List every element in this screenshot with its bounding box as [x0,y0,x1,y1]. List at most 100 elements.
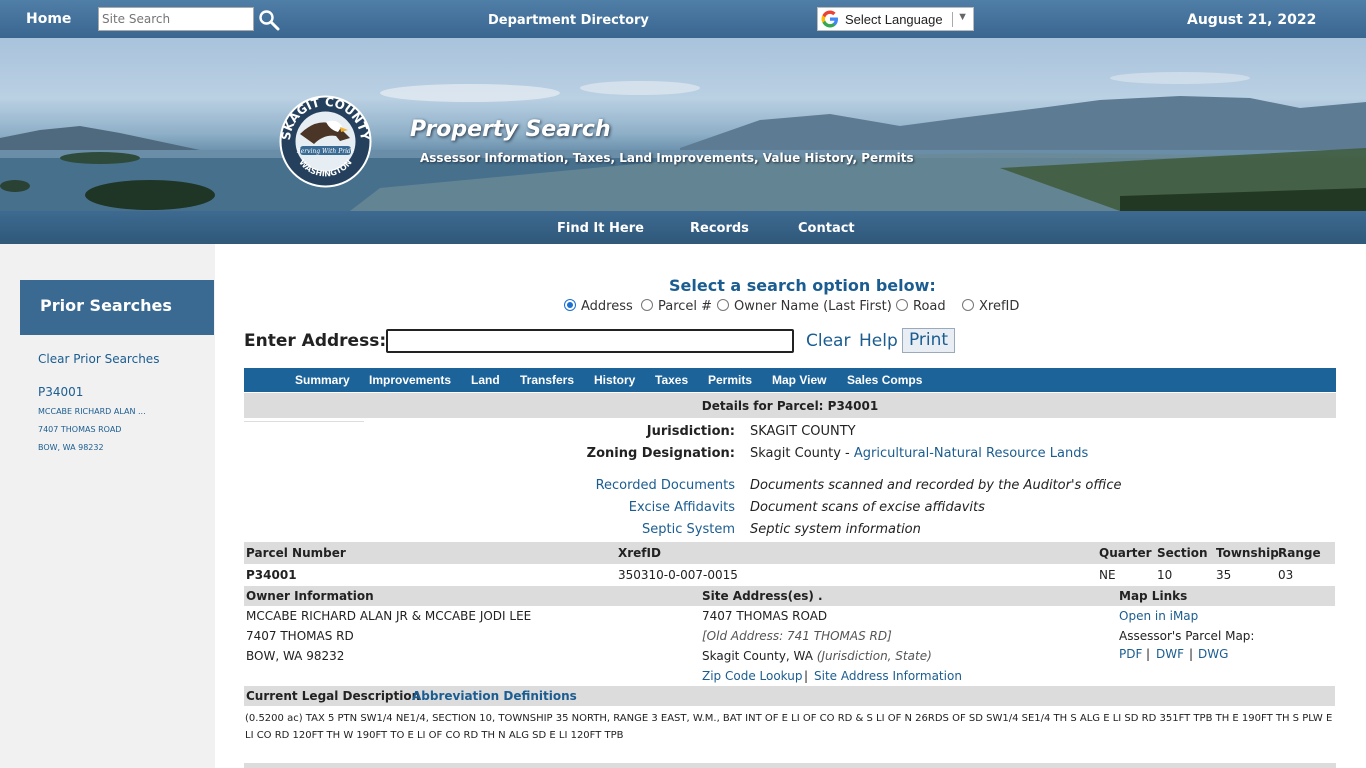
prior-searches-heading: Prior Searches [20,280,214,335]
zoning-value: Skagit County - Agricultural-Natural Res… [750,446,1089,461]
radio-unchecked-icon[interactable] [896,299,908,311]
nav-contact[interactable]: Contact [798,221,855,236]
septic-system-link[interactable]: Septic System [540,522,735,537]
recorded-documents-desc: Documents scanned and recorded by the Au… [750,478,1122,493]
clear-prior-searches-link[interactable]: Clear Prior Searches [38,352,159,366]
septic-system-desc: Septic system information [750,522,921,537]
tab-history[interactable]: History [594,373,635,387]
zoning-label: Zoning Designation: [586,446,735,461]
radio-unchecked-icon[interactable] [717,299,729,311]
quarter-header: Quarter [1099,546,1152,560]
abbreviation-definitions-link[interactable]: Abbreviation Definitions [412,689,577,703]
excise-affidavits-link[interactable]: Excise Affidavits [540,500,735,515]
range-value: 03 [1278,568,1294,582]
link-separator: | [804,669,809,683]
nav-records[interactable]: Records [690,221,749,236]
owner-city: BOW, WA 98232 [246,649,345,663]
radio-parcel[interactable]: Parcel # [641,299,712,314]
prior-search-address-line2[interactable]: BOW, WA 98232 [38,443,104,452]
owner-name: MCCABE RICHARD ALAN JR & MCCABE JODI LEE [246,609,532,623]
site-address-info-link[interactable]: Site Address Information [814,669,962,683]
radio-unchecked-icon[interactable] [962,299,974,311]
nav-find-it-here[interactable]: Find It Here [557,221,644,236]
link-separator: | [1189,647,1194,661]
jurisdiction-value: SKAGIT COUNTY [750,424,856,439]
tab-transfers[interactable]: Transfers [520,373,574,387]
dwg-link[interactable]: DWG [1198,647,1228,661]
current-date: August 21, 2022 [1187,12,1317,28]
address-input[interactable] [386,329,794,353]
parcel-tabs: Summary Improvements Land Transfers Hist… [244,368,1336,392]
banner: Serving With Pride SKAGIT COUNTY WASHING… [0,38,1366,211]
site-jurisdiction: Skagit County, WA (Jurisdiction, State) [702,649,932,663]
svg-text:Serving With Pride: Serving With Pride [297,148,355,155]
clear-button[interactable]: Clear [806,331,850,351]
home-link[interactable]: Home [26,11,71,27]
help-button[interactable]: Help [859,331,898,351]
search-icon[interactable] [258,9,280,31]
department-directory-link[interactable]: Department Directory [488,13,649,28]
print-button[interactable]: Print [902,328,955,353]
section-divider [244,763,1336,768]
old-address: [Old Address: 741 THOMAS RD] [702,629,892,643]
parcel-number-header: Parcel Number [246,546,346,560]
google-icon [821,10,839,28]
excise-affidavits-desc: Document scans of excise affidavits [750,500,985,515]
xrefid-header: XrefID [618,546,661,560]
language-divider [952,12,953,27]
prior-search-parcel-link[interactable]: P34001 [38,385,83,399]
link-separator: | [1146,647,1151,661]
jurisdiction-label: Jurisdiction: [646,424,735,439]
prior-search-address-line1[interactable]: 7407 THOMAS ROAD [38,425,121,434]
site-address: 7407 THOMAS ROAD [702,609,828,623]
language-label: Select Language [845,12,943,27]
dropdown-arrow-icon: ▼ [957,11,968,23]
pdf-link[interactable]: PDF [1119,647,1142,661]
landscape-image [0,72,1366,211]
page-subtitle: Assessor Information, Taxes, Land Improv… [420,151,914,165]
radio-checked-icon[interactable] [564,299,576,311]
county-seal-logo[interactable]: Serving With Pride SKAGIT COUNTY WASHING… [278,94,373,189]
legal-description-text: (0.5200 ac) TAX 5 PTN SW1/4 NE1/4, SECTI… [245,713,1333,741]
tab-taxes[interactable]: Taxes [655,373,688,387]
open-in-imap-link[interactable]: Open in iMap [1119,609,1198,623]
parcel-number-value: P34001 [246,568,297,582]
radio-unchecked-icon[interactable] [641,299,653,311]
radio-owner-name[interactable]: Owner Name (Last First) [717,299,892,314]
township-header: Township [1216,546,1279,560]
xrefid-value: 350310-0-007-0015 [618,568,738,582]
page-title: Property Search [410,117,611,142]
main-nav: Find It Here Records Contact [0,211,1366,244]
tab-summary[interactable]: Summary [295,373,350,387]
owner-info-header: Owner Information [246,589,374,603]
legal-description-header: Current Legal Description [246,689,421,703]
site-address-header: Site Address(es) . [702,589,823,603]
section-value: 10 [1157,568,1173,582]
top-bar: Home Department Directory Select Languag… [0,0,1366,38]
enter-address-label: Enter Address: [244,331,387,351]
recorded-documents-link[interactable]: Recorded Documents [540,478,735,493]
map-links-header: Map Links [1119,589,1188,603]
tab-map-view[interactable]: Map View [772,373,826,387]
tab-permits[interactable]: Permits [708,373,752,387]
parcel-map-label: Assessor's Parcel Map: [1119,629,1255,643]
zip-code-lookup-link[interactable]: Zip Code Lookup [702,669,802,683]
range-header: Range [1278,546,1321,560]
radio-road[interactable]: Road [896,299,946,314]
quarter-value: NE [1099,568,1116,582]
tab-land[interactable]: Land [471,373,500,387]
prior-search-owner[interactable]: MCCABE RICHARD ALAN ... [38,407,146,416]
owner-street: 7407 THOMAS RD [246,629,354,643]
divider [244,421,364,422]
radio-address[interactable]: Address [564,299,633,314]
zoning-link[interactable]: Agricultural-Natural Resource Lands [854,446,1088,461]
details-title: Details for Parcel: P34001 [244,393,1336,418]
tab-sales-comps[interactable]: Sales Comps [847,373,922,387]
language-select[interactable]: Select Language ▼ [817,7,974,31]
section-header: Section [1157,546,1208,560]
township-value: 35 [1216,568,1232,582]
dwf-link[interactable]: DWF [1156,647,1184,661]
radio-xrefid[interactable]: XrefID [962,299,1019,314]
site-search-input[interactable] [98,7,254,31]
tab-improvements[interactable]: Improvements [369,373,451,387]
